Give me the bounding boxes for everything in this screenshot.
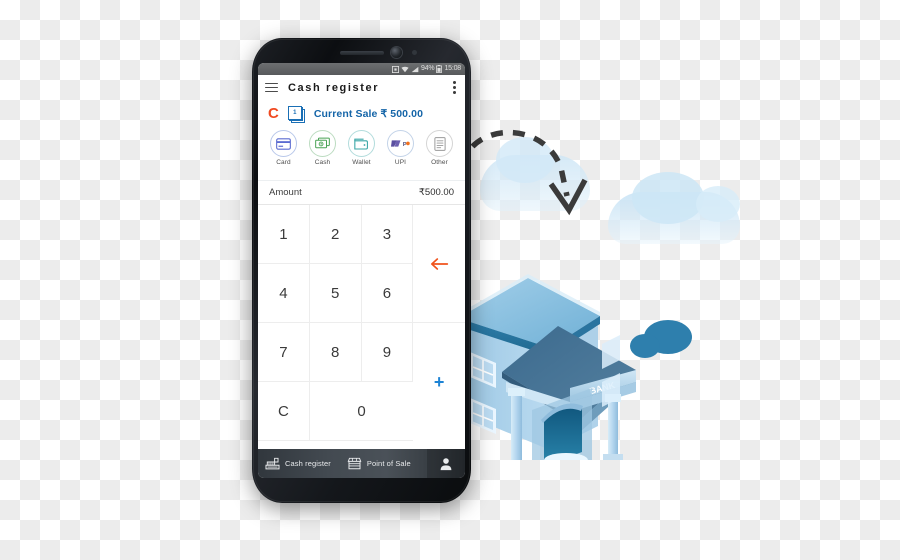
speaker-grille	[339, 51, 384, 55]
sale-count-label: 1	[287, 105, 302, 120]
payment-method-card[interactable]: Card	[267, 130, 301, 166]
phone-screen: 94% 15:08 Cash register C 1 Current Sale…	[258, 63, 465, 478]
bottom-navigation-bar: Cash register Point of Sale	[258, 449, 465, 478]
key-2[interactable]: 2	[309, 205, 362, 264]
nav-item-point-of-sale[interactable]: Point of Sale	[331, 457, 411, 470]
card-circle	[270, 130, 297, 157]
page-title: Cash register	[288, 81, 380, 94]
banknotes-icon: ₹	[315, 137, 330, 149]
amount-value: ₹500.00	[418, 187, 454, 198]
cash-circle: ₹	[309, 130, 336, 157]
nav-label: Point of Sale	[366, 459, 411, 468]
proximity-sensor-icon	[412, 50, 417, 55]
key-7[interactable]: 7	[258, 323, 310, 382]
current-sale-label: Current Sale ₹ 500.00	[313, 107, 424, 120]
payment-method-label: Cash	[314, 159, 331, 166]
amount-row: Amount ₹500.00	[258, 181, 465, 205]
numeric-keypad: 1 2 3 4 5 6 7 8 9 + C 0	[258, 205, 465, 441]
key-6[interactable]: 6	[361, 264, 414, 323]
wallet-icon	[354, 138, 368, 150]
plus-key[interactable]: +	[413, 323, 465, 441]
signal-icon	[411, 66, 419, 72]
svg-text:₹: ₹	[320, 142, 322, 146]
overflow-menu-icon[interactable]	[453, 81, 456, 94]
payment-method-list: Card ₹ Cash Wallet P UPI Other	[258, 127, 465, 181]
payment-method-cash[interactable]: ₹ Cash	[306, 130, 340, 166]
payment-method-label: Other	[431, 159, 448, 166]
cash-register-icon	[265, 457, 280, 470]
battery-percent-label: 94%	[421, 65, 435, 72]
key-clear[interactable]: C	[258, 382, 310, 441]
key-1[interactable]: 1	[258, 205, 310, 264]
key-8[interactable]: 8	[309, 323, 362, 382]
backspace-arrow-icon	[431, 257, 449, 270]
wallet-circle	[348, 130, 375, 157]
key-9[interactable]: 9	[361, 323, 414, 382]
other-circle	[426, 130, 453, 157]
current-sale-row: C 1 Current Sale ₹ 500.00	[258, 100, 465, 127]
credit-card-icon	[276, 137, 291, 150]
backspace-key[interactable]	[413, 205, 465, 323]
key-3[interactable]: 3	[361, 205, 414, 264]
battery-icon	[436, 65, 443, 73]
stacked-cards-icon[interactable]: 1	[287, 105, 305, 123]
hamburger-menu-icon[interactable]	[265, 82, 278, 93]
payment-method-other[interactable]: Other	[423, 130, 457, 166]
bush-icon	[630, 320, 692, 358]
front-camera-icon	[391, 47, 402, 58]
nav-label: Cash register	[285, 459, 331, 468]
payment-method-upi[interactable]: P UPI	[384, 130, 418, 166]
key-4[interactable]: 4	[258, 264, 310, 323]
status-bar: 94% 15:08	[258, 63, 465, 75]
alarm-icon	[392, 65, 400, 73]
amount-label: Amount	[269, 187, 302, 198]
key-0[interactable]: 0	[309, 382, 414, 441]
status-bar-time: 15:08	[444, 65, 461, 72]
payment-method-label: Wallet	[352, 159, 371, 166]
storefront-icon	[347, 457, 362, 470]
user-avatar-icon	[440, 457, 452, 470]
payment-method-wallet[interactable]: Wallet	[345, 130, 379, 166]
key-5[interactable]: 5	[309, 264, 362, 323]
wifi-icon	[401, 66, 409, 72]
nav-item-profile[interactable]	[427, 449, 465, 478]
payment-method-label: Card	[276, 159, 291, 166]
dashed-curved-arrow-icon	[460, 129, 588, 216]
document-icon	[433, 136, 446, 151]
nav-item-cash-register[interactable]: Cash register	[258, 457, 331, 470]
clear-sale-button[interactable]: C	[268, 106, 279, 121]
upi-logo-icon: P	[391, 140, 410, 148]
smartphone-mockup: 94% 15:08 Cash register C 1 Current Sale…	[252, 38, 471, 503]
app-bar: Cash register	[258, 75, 465, 100]
upi-circle: P	[387, 130, 414, 157]
payment-method-label: UPI	[394, 159, 407, 166]
